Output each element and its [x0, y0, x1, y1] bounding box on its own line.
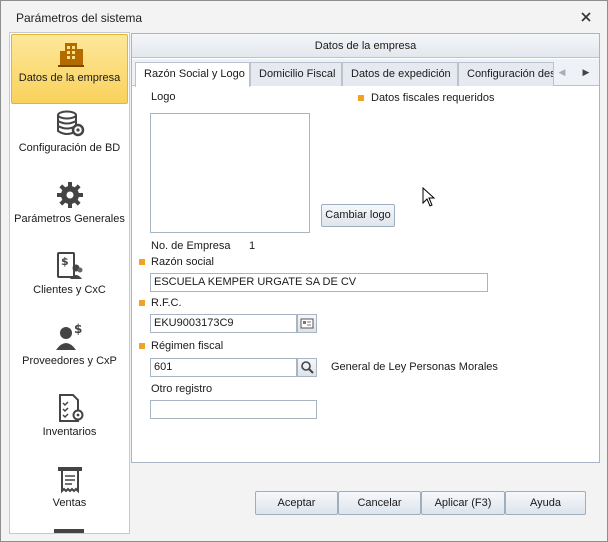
sidebar: Datos de la empresa Configuración de BD	[9, 32, 130, 534]
required-marker	[139, 300, 145, 306]
razon-social-field[interactable]: ESCUELA KEMPER URGATE SA DE CV	[150, 273, 488, 292]
regimen-fiscal-field[interactable]: 601	[150, 358, 297, 377]
regimen-fiscal-description: General de Ley Personas Morales	[331, 361, 498, 373]
razon-social-label: Razón social	[151, 256, 214, 268]
cancel-button[interactable]: Cancelar	[338, 491, 421, 515]
regimen-fiscal-label: Régimen fiscal	[151, 340, 224, 352]
receipt-printer-icon	[55, 464, 85, 494]
clients-money-icon: $	[55, 251, 85, 281]
apply-button[interactable]: Aplicar (F3)	[421, 491, 505, 515]
required-marker	[139, 343, 145, 349]
logo-label: Logo	[151, 91, 176, 103]
window-title: Parámetros del sistema	[16, 11, 143, 25]
mouse-cursor-icon	[422, 187, 436, 207]
tab-scroll-right-icon[interactable]: ▶	[579, 65, 593, 79]
tab-strip: Razón Social y Logo Domicilio Fiscal Dat…	[132, 59, 599, 87]
tab-configuracion[interactable]: Configuración des	[458, 62, 554, 86]
required-legend: Datos fiscales requeridos	[371, 92, 495, 104]
tab-razon-social-logo[interactable]: Razón Social y Logo	[135, 62, 250, 87]
database-gear-icon	[55, 109, 85, 139]
svg-text:$: $	[74, 322, 82, 336]
sidebar-item-label: Ventas	[52, 497, 87, 509]
rfc-lookup-button[interactable]	[297, 314, 317, 333]
regimen-search-button[interactable]	[297, 358, 317, 377]
sidebar-item-clientes-cxc[interactable]: $ Clientes y CxC	[11, 247, 128, 317]
change-logo-button[interactable]: Cambiar logo	[321, 204, 395, 227]
tab-datos-expedicion[interactable]: Datos de expedición	[342, 62, 458, 86]
sidebar-item-datos-empresa[interactable]: Datos de la empresa	[11, 34, 128, 104]
company-number-value: 1	[249, 240, 256, 252]
required-marker	[358, 95, 364, 101]
sidebar-item-label: Proveedores y CxP	[22, 355, 117, 367]
section-header: Datos de la empresa	[132, 34, 599, 58]
rfc-label: R.F.C.	[151, 297, 182, 309]
sidebar-item-label: Configuración de BD	[18, 142, 121, 154]
required-marker	[139, 259, 145, 265]
sidebar-item-parametros-generales[interactable]: Parámetros Generales	[11, 176, 128, 246]
sidebar-item-ventas[interactable]: Ventas	[11, 460, 128, 530]
sidebar-next-item-partial	[54, 529, 84, 533]
sidebar-item-configuracion-bd[interactable]: Configuración de BD	[11, 105, 128, 175]
sidebar-item-inventarios[interactable]: Inventarios	[11, 389, 128, 459]
building-icon	[56, 39, 86, 69]
otro-registro-label: Otro registro	[151, 383, 213, 395]
otro-registro-field[interactable]	[150, 400, 317, 419]
tab-content-razon-social: Logo Datos fiscales requeridos Cambiar l…	[136, 87, 595, 460]
close-icon[interactable]	[579, 10, 593, 24]
logo-preview	[150, 113, 310, 233]
help-button[interactable]: Ayuda	[505, 491, 586, 515]
sidebar-item-label: Clientes y CxC	[33, 284, 106, 296]
accept-button[interactable]: Aceptar	[255, 491, 338, 515]
id-card-icon	[300, 318, 314, 329]
sidebar-item-label: Inventarios	[42, 426, 97, 438]
search-icon	[301, 361, 314, 374]
tab-scroll-left-icon[interactable]: ◀	[555, 65, 569, 79]
gear-icon	[55, 180, 85, 210]
sidebar-item-proveedores-cxp[interactable]: $ Proveedores y CxP	[11, 318, 128, 388]
system-parameters-window: Parámetros del sistema Datos de la empre…	[0, 0, 608, 542]
supplier-money-icon: $	[55, 322, 85, 352]
sidebar-item-label: Parámetros Generales	[14, 213, 125, 225]
rfc-field[interactable]: EKU9003173C9	[150, 314, 297, 333]
title-bar: Parámetros del sistema	[1, 1, 607, 31]
tab-domicilio-fiscal[interactable]: Domicilio Fiscal	[250, 62, 342, 86]
company-number-label: No. de Empresa	[151, 240, 231, 252]
main-panel: Datos de la empresa Razón Social y Logo …	[131, 33, 600, 463]
svg-text:$: $	[61, 255, 69, 268]
sidebar-item-label: Datos de la empresa	[18, 72, 121, 84]
inventory-checklist-icon	[55, 393, 85, 423]
